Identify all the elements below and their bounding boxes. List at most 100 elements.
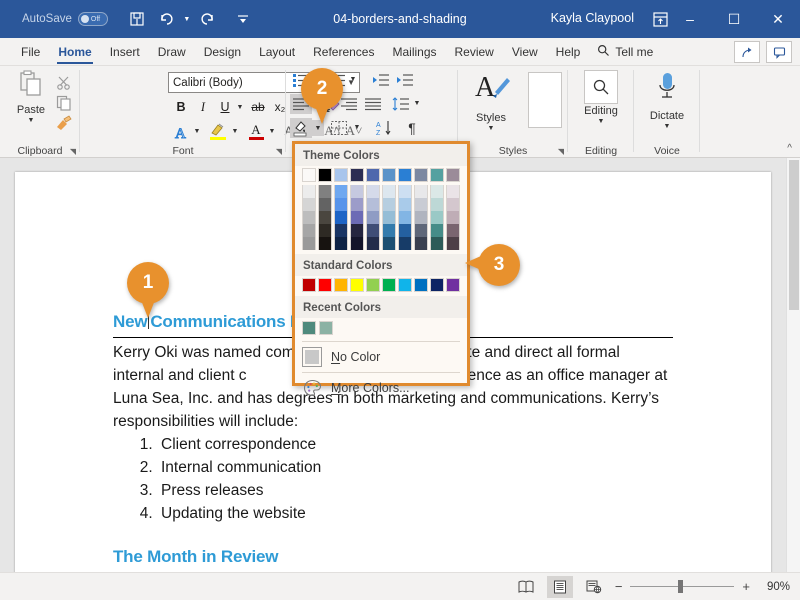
no-color-menu-item[interactable]: NNo Coloro Color: [295, 343, 467, 371]
zoom-slider[interactable]: [630, 586, 734, 587]
theme-color-variant-swatch[interactable]: [382, 198, 396, 211]
theme-color-variant-swatch[interactable]: [430, 237, 444, 250]
maximize-button[interactable]: ☐: [712, 0, 756, 38]
theme-color-variant-swatch[interactable]: [446, 198, 460, 211]
theme-color-variant-swatch[interactable]: [366, 185, 380, 198]
theme-color-variant-swatch[interactable]: [430, 198, 444, 211]
strikethrough-button[interactable]: ab: [248, 98, 268, 116]
tell-me-box[interactable]: Tell me: [597, 39, 653, 65]
theme-color-variant-swatch[interactable]: [350, 211, 364, 224]
theme-color-variant-swatch[interactable]: [350, 198, 364, 211]
autosave-control[interactable]: AutoSave Off: [22, 12, 108, 26]
undo-icon[interactable]: [152, 4, 182, 34]
decrease-indent-icon[interactable]: [370, 70, 392, 90]
zoom-in-button[interactable]: +: [742, 579, 750, 594]
editing-button[interactable]: Editing ▼: [576, 70, 626, 140]
tab-mailings[interactable]: Mailings: [383, 39, 445, 65]
theme-color-variant-swatch[interactable]: [382, 185, 396, 198]
tab-help[interactable]: Help: [547, 39, 590, 65]
web-layout-icon[interactable]: [581, 576, 607, 598]
underline-button[interactable]: U: [216, 98, 234, 116]
theme-color-variant-swatch[interactable]: [318, 185, 332, 198]
show-formatting-marks-button[interactable]: ¶: [402, 118, 422, 138]
theme-color-variant-swatch[interactable]: [302, 198, 316, 211]
theme-color-variant-swatch[interactable]: [446, 237, 460, 250]
italic-button[interactable]: I: [194, 98, 212, 116]
recent-color-swatch[interactable]: [302, 321, 316, 335]
line-spacing-dropdown-icon[interactable]: ▼: [412, 96, 422, 110]
standard-color-swatch[interactable]: [414, 278, 428, 292]
theme-color-variant-swatch[interactable]: [446, 224, 460, 237]
theme-color-variant-swatch[interactable]: [414, 185, 428, 198]
theme-color-swatch[interactable]: [334, 168, 348, 182]
theme-color-variant-swatch[interactable]: [414, 237, 428, 250]
shading-color-dropdown-panel[interactable]: Theme Colors Standard Colors Recent Colo…: [292, 141, 470, 386]
numbering-dropdown-icon[interactable]: ▼: [348, 72, 358, 86]
theme-color-variant-swatch[interactable]: [334, 198, 348, 211]
standard-color-swatch[interactable]: [318, 278, 332, 292]
text-effects-button[interactable]: A: [172, 122, 192, 142]
tab-references[interactable]: References: [304, 39, 383, 65]
theme-color-variant-swatch[interactable]: [350, 185, 364, 198]
standard-color-swatch[interactable]: [366, 278, 380, 292]
theme-color-variant-swatch[interactable]: [334, 185, 348, 198]
theme-color-variant-swatch[interactable]: [430, 185, 444, 198]
theme-color-variant-swatch[interactable]: [414, 211, 428, 224]
save-icon[interactable]: [122, 4, 152, 34]
theme-color-swatch[interactable]: [350, 168, 364, 182]
theme-color-variant-swatch[interactable]: [334, 224, 348, 237]
standard-color-swatch[interactable]: [302, 278, 316, 292]
print-layout-icon[interactable]: [547, 576, 573, 598]
scissors-icon[interactable]: [52, 72, 76, 94]
more-colors-menu-item[interactable]: More Colors...: [295, 374, 467, 402]
close-button[interactable]: ✕: [756, 0, 800, 38]
theme-color-variant-swatch[interactable]: [382, 237, 396, 250]
theme-color-variant-swatch[interactable]: [334, 211, 348, 224]
tab-review[interactable]: Review: [446, 39, 503, 65]
styles-button[interactable]: A Styles ▼: [466, 70, 516, 140]
text-highlight-color-icon[interactable]: [207, 120, 229, 142]
tab-insert[interactable]: Insert: [101, 39, 149, 65]
font-dialog-launcher[interactable]: ◥: [276, 147, 282, 156]
bold-button[interactable]: B: [172, 98, 190, 116]
theme-color-variant-swatch[interactable]: [398, 185, 412, 198]
comments-button[interactable]: [766, 41, 792, 63]
theme-color-variant-swatch[interactable]: [382, 211, 396, 224]
theme-color-swatch[interactable]: [446, 168, 460, 182]
theme-color-variant-swatch[interactable]: [398, 237, 412, 250]
standard-color-swatch[interactable]: [446, 278, 460, 292]
theme-color-variant-swatch[interactable]: [430, 224, 444, 237]
standard-color-swatch[interactable]: [350, 278, 364, 292]
theme-color-swatch[interactable]: [398, 168, 412, 182]
theme-color-variant-swatch[interactable]: [318, 198, 332, 211]
styles-dialog-launcher[interactable]: ◥: [558, 147, 564, 156]
theme-color-variant-swatch[interactable]: [350, 224, 364, 237]
theme-color-variant-swatch[interactable]: [366, 237, 380, 250]
ribbon-display-options-icon[interactable]: [650, 10, 670, 28]
theme-color-swatch[interactable]: [382, 168, 396, 182]
standard-color-swatch[interactable]: [334, 278, 348, 292]
font-color-dropdown-icon[interactable]: ▼: [267, 124, 277, 138]
theme-color-swatch[interactable]: [430, 168, 444, 182]
redo-icon[interactable]: [192, 4, 222, 34]
theme-color-variant-swatch[interactable]: [302, 211, 316, 224]
theme-color-variant-swatch[interactable]: [398, 198, 412, 211]
share-button[interactable]: [734, 41, 760, 63]
theme-color-variant-swatch[interactable]: [430, 211, 444, 224]
theme-color-variant-swatch[interactable]: [318, 224, 332, 237]
tab-layout[interactable]: Layout: [250, 39, 304, 65]
theme-color-swatch[interactable]: [414, 168, 428, 182]
font-color-button[interactable]: A: [246, 120, 266, 142]
autosave-toggle[interactable]: Off: [78, 12, 108, 26]
editing-dropdown-icon[interactable]: ▼: [598, 118, 605, 125]
theme-color-variant-swatch[interactable]: [414, 224, 428, 237]
theme-color-variant-swatch[interactable]: [350, 237, 364, 250]
zoom-out-button[interactable]: −: [615, 579, 623, 594]
justify-icon[interactable]: [362, 94, 384, 114]
paste-dropdown-icon[interactable]: ▼: [28, 117, 35, 124]
theme-color-variant-swatch[interactable]: [366, 211, 380, 224]
styles-dropdown-icon[interactable]: ▼: [488, 125, 495, 132]
theme-color-swatch[interactable]: [366, 168, 380, 182]
paste-button[interactable]: Paste ▼: [8, 70, 54, 134]
theme-color-variant-swatch[interactable]: [446, 211, 460, 224]
